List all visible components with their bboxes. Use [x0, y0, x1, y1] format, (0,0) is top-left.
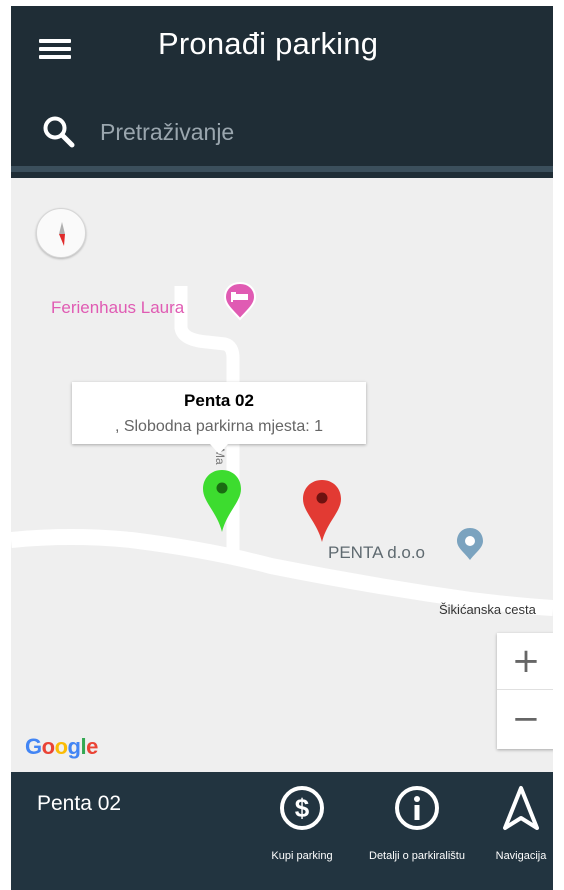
search-icon[interactable]	[41, 114, 77, 150]
parking-marker[interactable]	[301, 478, 343, 544]
navigation-button[interactable]: Navigacija	[489, 784, 553, 862]
app-screen: Pronađi parking Ferienhaus Laura	[11, 6, 553, 890]
parking-details-label: Detalji o parkiralištu	[369, 850, 465, 862]
search-bar	[11, 92, 553, 172]
buy-parking-button[interactable]: $ Kupi parking	[259, 784, 345, 862]
location-pin-icon[interactable]	[455, 526, 485, 562]
info-window-subtitle: , Slobodna parkirna mjesta: 1	[114, 418, 324, 435]
svg-text:$: $	[295, 793, 310, 823]
menu-icon[interactable]	[39, 36, 75, 64]
parking-marker-selected[interactable]	[201, 468, 243, 534]
bottom-action-bar: Penta 02 $ Kupi parking Detalji o parkir…	[11, 772, 553, 890]
zoom-in-button[interactable]: +	[497, 633, 553, 690]
navigation-label: Navigacija	[495, 850, 547, 862]
info-circle-icon	[395, 786, 439, 830]
dollar-circle-icon: $	[280, 786, 324, 830]
navigation-arrow-icon	[503, 786, 539, 830]
buy-parking-label: Kupi parking	[271, 850, 333, 862]
zoom-out-button[interactable]: −	[497, 691, 553, 748]
selected-parking-name: Penta 02	[37, 792, 122, 815]
google-logo: Google	[25, 734, 98, 759]
marker-info-window[interactable]: Penta 02 , Slobodna parkirna mjesta: 1	[72, 382, 366, 454]
road-network	[11, 286, 553, 616]
app-bar: Pronađi parking	[11, 6, 553, 92]
map-view[interactable]: Ferienhaus Laura Ma Penta 02 , Slobodna …	[11, 178, 553, 772]
page-title: Pronađi parking	[158, 26, 379, 61]
search-input[interactable]	[100, 112, 520, 152]
hotel-icon[interactable]	[223, 281, 257, 321]
road-label: Šikićanska cesta	[439, 602, 536, 617]
poi-hotel-label: Ferienhaus Laura	[51, 298, 185, 317]
zoom-controls: + −	[497, 633, 553, 749]
compass-icon[interactable]	[36, 208, 86, 258]
info-window-title: Penta 02	[184, 391, 254, 410]
poi-company-label: PENTA d.o.o	[328, 543, 426, 562]
parking-details-button[interactable]: Detalji o parkiralištu	[347, 784, 487, 862]
